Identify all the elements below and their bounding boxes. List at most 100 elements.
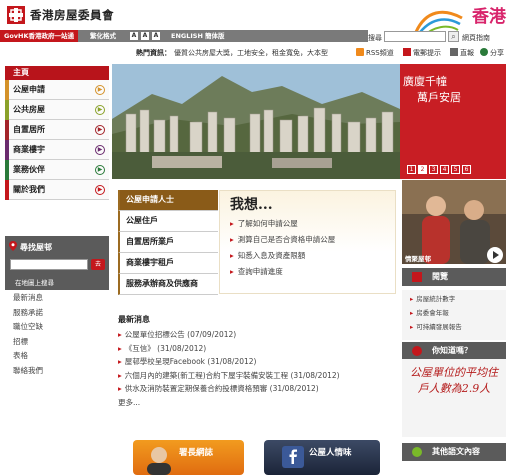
read-title: 閱覽 bbox=[432, 272, 448, 281]
sidebar-item-label: 公屋申請 bbox=[13, 85, 45, 94]
director-blog-banner[interactable]: 署長網誌 bbox=[133, 440, 244, 475]
slide-button[interactable]: 1 bbox=[407, 165, 416, 174]
latest-news-title: 最新消息 bbox=[118, 315, 150, 324]
font-size-large-button[interactable]: A bbox=[152, 32, 160, 40]
slide-button[interactable]: 5 bbox=[451, 165, 460, 174]
sidebar-item-public-housing-application[interactable]: 公屋申請 ▶ bbox=[5, 80, 109, 100]
sidebar-item-about-us[interactable]: 關於我們 ▶ bbox=[5, 180, 109, 200]
i-want-link[interactable]: 知悉入息及資產限額 bbox=[230, 250, 335, 266]
performance-pledges-link[interactable]: 服務承諾 bbox=[13, 307, 43, 322]
simplified-chinese-link[interactable]: 簡体版 bbox=[205, 30, 225, 42]
left-sidebar: 主頁 公屋申請 ▶ 公共房屋 ▶ 自置居所 ▶ 商業樓宇 ▶ 業務伙伴 ▶ 關於… bbox=[5, 66, 109, 290]
traditional-format-link[interactable]: 繁化格式 bbox=[90, 30, 116, 42]
share-label: 分享 bbox=[490, 49, 504, 57]
contact-us-link[interactable]: 聯絡我們 bbox=[13, 365, 43, 380]
chevron-right-icon: ▶ bbox=[95, 165, 105, 175]
latest-news-link[interactable]: 最新消息 bbox=[13, 292, 43, 307]
slide-button[interactable]: 3 bbox=[429, 165, 438, 174]
brand-text: 香港 bbox=[472, 7, 506, 27]
search-on-map-link[interactable]: 在地圖上搜尋 bbox=[15, 277, 54, 287]
audience-commercial-tenants[interactable]: 商業樓宇租戶 bbox=[118, 253, 218, 274]
i-want-link[interactable]: 測算自己是否合資格申請公屋 bbox=[230, 234, 336, 250]
forms-link[interactable]: 表格 bbox=[13, 350, 43, 365]
sidebar-item-color-bar bbox=[5, 160, 9, 180]
sidebar-item-color-bar bbox=[5, 140, 9, 160]
hero-image[interactable] bbox=[112, 64, 400, 179]
site-title[interactable]: 香港房屋委員會 bbox=[30, 7, 114, 23]
sidebar-item-label: 關於我們 bbox=[13, 185, 45, 194]
read-link[interactable]: 房屋統計數字 bbox=[402, 290, 506, 304]
chevron-right-icon: ▶ bbox=[95, 185, 105, 195]
rss-link[interactable]: RSS頻道 bbox=[356, 48, 394, 58]
slide-button[interactable]: 4 bbox=[440, 165, 449, 174]
did-you-know-header: 你知道嗎？ bbox=[402, 342, 506, 360]
hot-info-text[interactable]: 優質公共房屋大獎，工地安全，租金寬免，大本型 bbox=[174, 48, 328, 58]
sidebar-links: 最新消息 服務承諾 職位空缺 招標 表格 聯絡我們 bbox=[13, 292, 43, 379]
read-header: 閱覽 bbox=[402, 268, 506, 286]
latest-news: 最新消息 公屋單位招標公告 (07/09/2012) 《互信》 (31/08/2… bbox=[118, 314, 398, 408]
job-vacancies-link[interactable]: 職位空缺 bbox=[13, 321, 43, 336]
did-you-know-title: 你知道嗎？ bbox=[432, 346, 472, 355]
sidebar-item-commercial[interactable]: 商業樓宇 ▶ bbox=[5, 140, 109, 160]
english-link[interactable]: ENGLISH bbox=[171, 30, 203, 42]
audience-applicants[interactable]: 公屋申請人士 bbox=[118, 190, 218, 211]
sidebar-item-label: 業務伙伴 bbox=[13, 165, 45, 174]
estate-go-button[interactable]: 去 bbox=[91, 259, 105, 270]
estate-finder: 尋找屋邨 去 在地圖上搜尋 bbox=[5, 236, 109, 290]
sidebar-item-color-bar bbox=[5, 120, 9, 140]
email-alert-label: 電郵提示 bbox=[413, 49, 441, 57]
audience-public-tenants[interactable]: 公屋住戶 bbox=[118, 211, 218, 232]
did-you-know-text: 公屋單位的平均住戶人數為2.9人 bbox=[410, 366, 498, 395]
audience-contractors[interactable]: 服務承辦商及供應商 bbox=[118, 274, 218, 295]
slide-button-active[interactable]: 2 bbox=[418, 165, 427, 174]
sidebar-item-home-ownership[interactable]: 自置居所 ▶ bbox=[5, 120, 109, 140]
sidebar-item-business-partners[interactable]: 業務伙伴 ▶ bbox=[5, 160, 109, 180]
tenders-link[interactable]: 招標 bbox=[13, 336, 43, 351]
govhk-link[interactable]: GovHK香港政府一站通 bbox=[0, 30, 79, 42]
i-want-box: 我想... 了解如何申請公屋 測算自己是否合資格申請公屋 知悉入息及資產限額 查… bbox=[219, 190, 396, 294]
director-portrait-icon bbox=[147, 447, 171, 475]
chevron-right-icon: ▶ bbox=[95, 145, 105, 155]
facebook-banner[interactable]: 公屋人情味 bbox=[264, 440, 380, 475]
news-item[interactable]: 《互信》 (31/08/2012) bbox=[118, 343, 398, 357]
rss-label: RSS頻道 bbox=[366, 49, 394, 57]
search-button[interactable]: ⌕ bbox=[448, 31, 459, 42]
play-icon[interactable] bbox=[487, 247, 503, 263]
print-link[interactable]: 直報 bbox=[450, 48, 474, 58]
share-link[interactable]: 分享 bbox=[480, 48, 504, 58]
font-size-small-button[interactable]: A bbox=[130, 32, 138, 40]
news-item[interactable]: 六個月內的建築(新工程)合約下屋宇裝備安裝工程 (31/08/2012) bbox=[118, 370, 398, 384]
slide-button[interactable]: 6 bbox=[462, 165, 471, 174]
ha-logo-icon[interactable] bbox=[7, 6, 25, 24]
estate-photo bbox=[112, 64, 400, 179]
font-size-medium-button[interactable]: A bbox=[141, 32, 149, 40]
news-more-link[interactable]: 更多... bbox=[118, 397, 398, 408]
email-alert-link[interactable]: 電郵提示 bbox=[403, 48, 441, 58]
news-item[interactable]: 供水及消防裝置定期保養合約投標資格預審 (31/08/2012) bbox=[118, 383, 398, 397]
read-link[interactable]: 可持續發展報告 bbox=[402, 318, 506, 332]
print-icon bbox=[450, 48, 458, 56]
hot-info-bar: 熱門資訊： 優質公共房屋大獎，工地安全，租金寬免，大本型 RSS頻道 電郵提示 … bbox=[0, 46, 512, 60]
director-blog-label: 署長網誌 bbox=[179, 448, 214, 458]
news-item[interactable]: 屋邨學校呈現Facebook (31/08/2012) bbox=[118, 356, 398, 370]
video-label: 情聚屋邨 bbox=[405, 255, 431, 263]
home-tab[interactable]: 主頁 bbox=[5, 66, 109, 80]
estate-select[interactable] bbox=[10, 259, 88, 270]
i-want-link[interactable]: 查詢申請進度 bbox=[230, 266, 335, 282]
email-icon bbox=[403, 48, 411, 56]
globe-icon bbox=[412, 447, 422, 457]
site-guide-link[interactable]: 網頁指南 bbox=[462, 33, 490, 43]
news-item[interactable]: 公屋單位招標公告 (07/09/2012) bbox=[118, 329, 398, 343]
audience-home-owners[interactable]: 自置居所業戶 bbox=[118, 232, 218, 253]
did-you-know-box: 公屋單位的平均住戶人數為2.9人 bbox=[402, 359, 506, 437]
question-icon bbox=[412, 346, 422, 356]
print-label: 直報 bbox=[460, 49, 474, 57]
search-input[interactable] bbox=[384, 31, 446, 42]
sidebar-item-color-bar bbox=[5, 100, 9, 120]
i-want-link[interactable]: 了解如何申請公屋 bbox=[230, 218, 335, 234]
sidebar-item-public-housing[interactable]: 公共房屋 ▶ bbox=[5, 100, 109, 120]
other-languages-header[interactable]: 其他語文內容 bbox=[402, 443, 506, 461]
read-link[interactable]: 房委會年報 bbox=[402, 304, 506, 318]
i-want-list: 了解如何申請公屋 測算自己是否合資格申請公屋 知悉入息及資產限額 查詢申請進度 bbox=[230, 218, 336, 282]
slide-pager: 123456 bbox=[407, 165, 473, 174]
